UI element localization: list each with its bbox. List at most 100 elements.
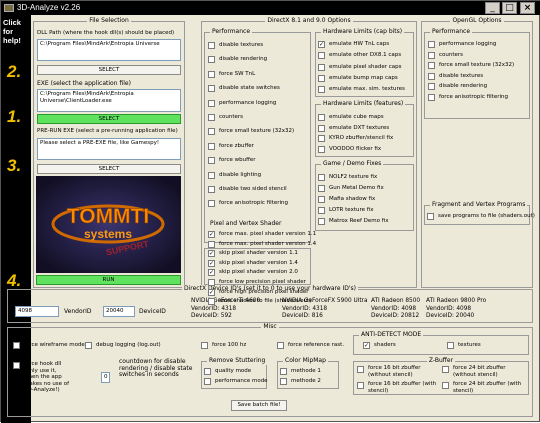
counters-checkbox[interactable]: counters	[208, 113, 243, 122]
gun-metal-demo-fix-checkbox[interactable]: Gun Metal Demo fix	[318, 184, 384, 193]
skip-pixel-shader-version-1-4-checkbox[interactable]: ✓ skip pixel shader version 1.4	[208, 259, 298, 268]
checkbox-box[interactable]	[318, 63, 325, 71]
checkbox-box[interactable]	[208, 85, 215, 93]
force-wireframe-mode-checkbox[interactable]: force wireframe mode	[13, 341, 85, 350]
emulate-dxt-textures-checkbox[interactable]: emulate DXT textures	[318, 124, 389, 133]
force-low-precision-pixel-shader-checkbox[interactable]: force low precision pixel shader	[208, 278, 306, 287]
disable-rendering-checkbox[interactable]: disable rendering	[208, 55, 267, 64]
checkbox-box[interactable]	[428, 93, 435, 101]
checkbox-box[interactable]	[318, 124, 325, 132]
checkbox-box[interactable]	[208, 42, 215, 49]
vendor-id-input[interactable]: 4098	[15, 306, 59, 317]
disable-textures-checkbox[interactable]: disable textures	[428, 72, 483, 81]
debug-logging-log-out-checkbox[interactable]: debug logging (log.out)	[85, 341, 161, 350]
checkbox-box[interactable]	[318, 207, 325, 214]
checkbox-box[interactable]	[318, 145, 325, 153]
checkbox-box[interactable]	[208, 70, 215, 78]
emulate-other-dx8-1-caps-checkbox[interactable]: emulate other DX8.1 caps	[318, 51, 401, 60]
checkbox-box[interactable]	[428, 62, 435, 69]
skip-pixel-shader-version-2-0-checkbox[interactable]: ✓ skip pixel shader version 2.0	[208, 268, 298, 277]
checkbox-box[interactable]	[208, 171, 215, 179]
checkmark-icon[interactable]: ✓	[208, 259, 215, 267]
checkbox-box[interactable]	[85, 342, 92, 349]
force-24-bit-zbuffer-with-stencil-checkbox[interactable]: force 24 bit zbuffer (with stencil)	[442, 381, 524, 395]
select-dll-button[interactable]: SELECT	[37, 65, 181, 75]
checkbox-box[interactable]	[208, 157, 215, 165]
help-label[interactable]: Click for help!	[3, 18, 29, 45]
performance-logging-checkbox[interactable]: performance logging	[208, 99, 276, 108]
force-max-pixel-shader-version-1-4-checkbox[interactable]: force max. pixel shader version 1.4	[208, 240, 316, 249]
force-reference-rast-checkbox[interactable]: force reference rast.	[277, 341, 344, 350]
quality-mode-checkbox[interactable]: quality mode	[204, 367, 251, 376]
checkmark-icon[interactable]: ✓	[208, 250, 215, 258]
checkbox-box[interactable]	[204, 368, 211, 375]
checkbox-box[interactable]	[318, 174, 325, 181]
checkbox-box[interactable]	[318, 74, 325, 82]
checkbox-box[interactable]	[208, 279, 215, 286]
kyro-zbuffer-stencil-fix-checkbox[interactable]: KYRO zbuffer/stencil fix	[318, 134, 393, 143]
checkbox-box[interactable]	[277, 342, 284, 349]
checkbox-box[interactable]	[208, 186, 215, 193]
checkbox-box[interactable]	[318, 86, 325, 94]
checkbox-box[interactable]	[447, 342, 454, 349]
save-batch-button[interactable]: Save batch file!	[231, 400, 287, 411]
force-24-bit-zbuffer-without-stencil-checkbox[interactable]: force 24 bit zbuffer (without stencil)	[442, 365, 524, 379]
nolf2-texture-fix-checkbox[interactable]: NOLF2 texture fix	[318, 173, 377, 182]
checkbox-box[interactable]	[208, 99, 215, 107]
checkbox-box[interactable]	[280, 378, 287, 385]
checkmark-icon[interactable]: ✓	[318, 41, 325, 48]
checkbox-box[interactable]	[428, 41, 435, 48]
checkbox-box[interactable]	[357, 366, 364, 373]
emulate-max-sim-textures-checkbox[interactable]: emulate max. sim. textures	[318, 85, 405, 94]
checkbox-box[interactable]	[13, 342, 20, 349]
force-16-bit-zbuffer-without-stencil-checkbox[interactable]: force 16 bit zbuffer (without stencil)	[357, 365, 439, 379]
force-small-texture-32x32-checkbox[interactable]: force small texture (32x32)	[208, 127, 294, 136]
checkbox-box[interactable]	[428, 51, 435, 59]
force-16-bit-zbuffer-with-stencil-checkbox[interactable]: force 16 bit zbuffer (with stencil)	[357, 381, 439, 395]
checkbox-box[interactable]	[208, 56, 215, 64]
textures-checkbox[interactable]: textures	[447, 341, 481, 350]
checkbox-box[interactable]	[318, 114, 325, 121]
checkbox-box[interactable]	[428, 72, 435, 80]
methode-2-checkbox[interactable]: methode 2	[280, 377, 321, 386]
checkbox-box[interactable]	[442, 382, 449, 389]
counters-checkbox[interactable]: counters	[428, 51, 463, 60]
disable-textures-checkbox[interactable]: disable textures	[208, 41, 263, 50]
checkbox-box[interactable]	[428, 83, 435, 90]
checkmark-icon[interactable]: ✓	[208, 288, 215, 296]
shaders-checkbox[interactable]: ✓ shaders	[363, 341, 396, 350]
checkbox-box[interactable]	[357, 382, 364, 389]
checkbox-box[interactable]	[208, 240, 215, 248]
checkmark-icon[interactable]: ✓	[208, 269, 215, 277]
performance-logging-checkbox[interactable]: performance logging	[428, 40, 496, 49]
mafia-shadow-fix-checkbox[interactable]: Mafia shadow fix	[318, 195, 375, 204]
checkmark-icon[interactable]: ✓	[363, 342, 370, 349]
save-programs-to-file-shaders-out-checkbox[interactable]: save programs to file (shaders.out)	[427, 212, 535, 221]
checkbox-box[interactable]	[208, 142, 215, 150]
checkbox-box[interactable]	[318, 52, 325, 60]
lotr-texture-fix-checkbox[interactable]: LOTR texture fix	[318, 206, 373, 215]
select-exe-button[interactable]: SELECT	[37, 114, 181, 124]
force-anisotropic-filtering-checkbox[interactable]: force anisotropic filtering	[428, 93, 508, 102]
force-anisotropic-filtering-checkbox[interactable]: force anisotropic filtering	[208, 199, 288, 208]
disable-lighting-checkbox[interactable]: disable lighting	[208, 171, 261, 180]
emulate-cube-maps-checkbox[interactable]: emulate cube maps	[318, 113, 384, 122]
run-button[interactable]: RUN	[36, 275, 181, 285]
checkbox-box[interactable]	[201, 342, 208, 349]
force-high-precision-pixel-shader-checkbox[interactable]: ✓ force high precision pixel shader	[208, 288, 309, 297]
maximize-button[interactable]: □	[502, 2, 517, 14]
force-hook-checkbox[interactable]: force hook dll (only use it, when the ap…	[13, 361, 73, 393]
force-hook-box[interactable]	[13, 362, 20, 369]
dll-path-field[interactable]: C:\Program Files\MindArk\Entropia Univer…	[37, 39, 181, 61]
force-zbuffer-checkbox[interactable]: force zbuffer	[208, 142, 254, 151]
force-max-pixel-shader-version-1-1-checkbox[interactable]: ✓ force max. pixel shader version 1.1	[208, 230, 316, 239]
force-wbuffer-checkbox[interactable]: force wbuffer	[208, 156, 256, 165]
minimize-button[interactable]: _	[485, 2, 500, 14]
force-100-hz-checkbox[interactable]: force 100 hz	[201, 341, 246, 350]
checkbox-box[interactable]	[318, 185, 325, 192]
performance-mode-checkbox[interactable]: performance mode	[204, 377, 268, 386]
countdown-input[interactable]: 0	[101, 372, 110, 383]
emulate-bump-map-caps-checkbox[interactable]: emulate bump map caps	[318, 74, 398, 83]
checkbox-box[interactable]	[318, 135, 325, 143]
checkbox-box[interactable]	[427, 213, 434, 220]
